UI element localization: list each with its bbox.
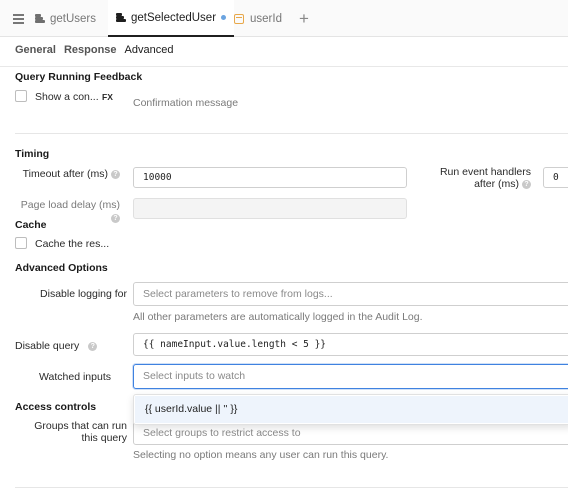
logging-help-text: All other parameters are automatically l…: [133, 311, 423, 323]
tab-get-users[interactable]: getUsers: [35, 0, 96, 37]
help-icon[interactable]: ?: [522, 180, 531, 189]
run-event-handlers-input[interactable]: 0: [543, 167, 568, 188]
tab-get-selected-user[interactable]: getSelectedUser: [108, 0, 235, 37]
timeout-input[interactable]: 10000: [133, 167, 407, 188]
page-load-delay-input: [133, 198, 407, 219]
subtab-advanced[interactable]: Advanced: [125, 44, 174, 56]
tab-label: userId: [250, 12, 282, 25]
show-confirmation-label: Show a con...: [35, 91, 99, 103]
subtab-divider: [0, 66, 568, 67]
watched-inputs-dropdown: {{ userId.value || '' }}: [133, 394, 568, 425]
watched-inputs-select[interactable]: Select inputs to watch: [133, 364, 568, 389]
database-icon: [35, 14, 45, 23]
fx-toggle[interactable]: FX: [102, 92, 113, 102]
show-confirmation-checkbox[interactable]: [15, 90, 27, 102]
subtab-general[interactable]: General: [15, 44, 56, 56]
advanced-options-title: Advanced Options: [15, 262, 108, 274]
unsaved-changes-dot: [221, 15, 227, 20]
cache-results-checkbox[interactable]: [15, 237, 27, 249]
groups-help-text: Selecting no option means any user can r…: [133, 449, 389, 461]
query-tab-bar: getUsers getSelectedUser userId +: [0, 0, 568, 37]
tab-label: getSelectedUser: [131, 11, 217, 24]
cache-results-label: Cache the res...: [35, 238, 110, 250]
watched-inputs-label: Watched inputs: [39, 371, 111, 383]
menu-icon[interactable]: [13, 14, 24, 24]
database-icon: [116, 13, 126, 22]
section-divider: [15, 133, 568, 134]
help-icon[interactable]: ?: [88, 342, 98, 351]
dropdown-option[interactable]: {{ userId.value || '' }}: [135, 396, 568, 423]
tab-user-id[interactable]: userId: [234, 0, 282, 37]
disable-query-input[interactable]: {{ nameInput.value.length < 5 }}: [133, 333, 568, 356]
disable-logging-label: Disable logging for: [40, 288, 127, 300]
help-icon[interactable]: ?: [111, 214, 120, 223]
timeout-label: Timeout after (ms)?: [15, 168, 120, 181]
groups-label: Groups that can run this query: [34, 420, 127, 444]
cache-section-title: Cache: [15, 219, 47, 231]
subtab-response[interactable]: Response: [64, 44, 117, 56]
disable-query-label: Disable query?: [15, 340, 98, 352]
section-divider: [15, 487, 568, 488]
confirmation-message-field[interactable]: Confirmation message: [133, 97, 238, 109]
run-event-handlers-label: Run event handlers after (ms)?: [439, 166, 531, 190]
access-controls-title: Access controls: [15, 401, 97, 413]
calendar-icon: [234, 13, 244, 24]
help-icon[interactable]: ?: [111, 170, 120, 179]
add-tab-icon[interactable]: +: [299, 10, 309, 27]
timing-section-title: Timing: [15, 148, 50, 160]
feedback-section-title: Query Running Feedback: [15, 71, 143, 83]
query-editor-subtabs: General Response Advanced: [15, 44, 173, 56]
disable-logging-select[interactable]: Select parameters to remove from logs...: [133, 282, 568, 306]
tab-label: getUsers: [50, 12, 97, 25]
